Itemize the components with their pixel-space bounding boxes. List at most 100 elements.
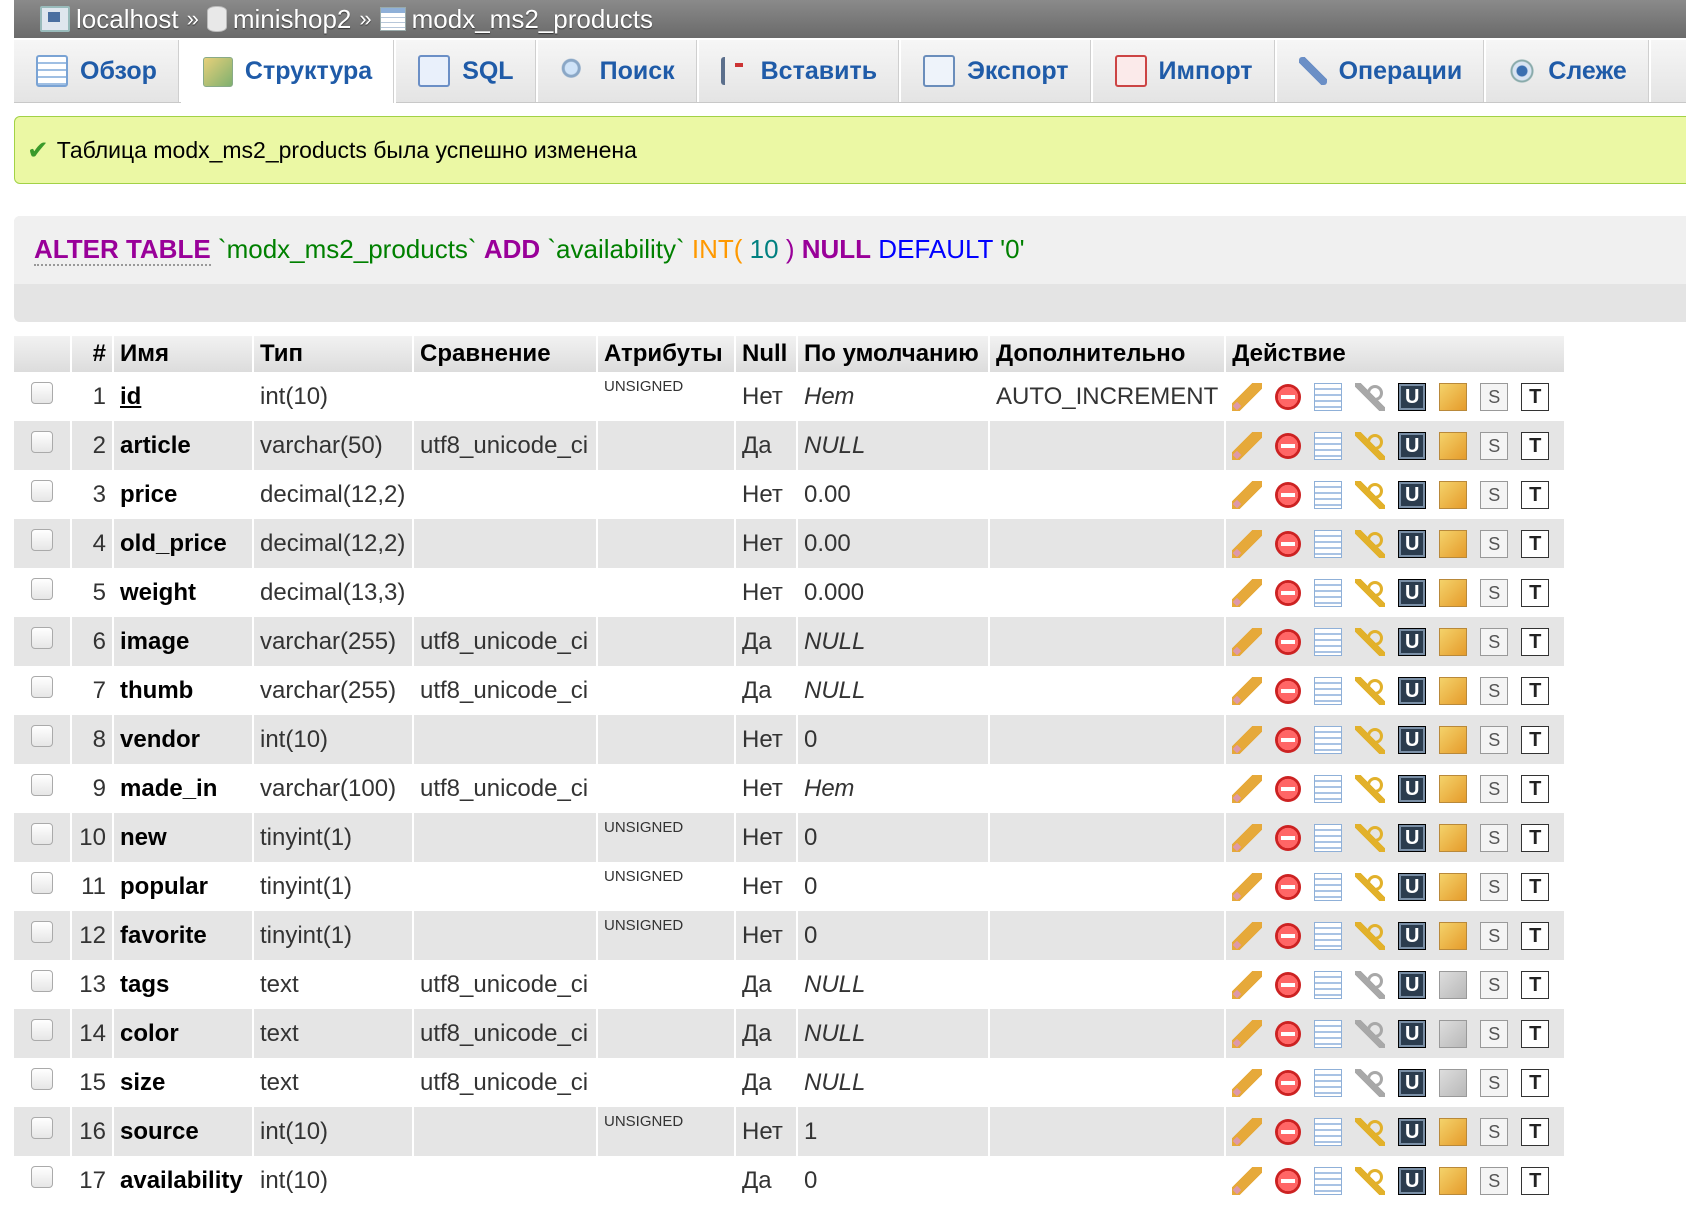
edit-icon[interactable] bbox=[1232, 627, 1263, 656]
fulltext-icon[interactable]: S bbox=[1480, 921, 1509, 950]
row-checkbox[interactable] bbox=[31, 676, 53, 698]
tab-operations[interactable]: Операции bbox=[1277, 40, 1487, 102]
text-index-icon[interactable]: T bbox=[1521, 970, 1550, 999]
header-name[interactable]: Имя bbox=[114, 336, 254, 372]
row-checkbox[interactable] bbox=[31, 725, 53, 747]
text-index-icon[interactable]: T bbox=[1521, 774, 1550, 803]
text-index-icon[interactable]: T bbox=[1521, 1166, 1550, 1195]
browse-values-icon[interactable] bbox=[1314, 627, 1343, 656]
primary-key-icon[interactable] bbox=[1355, 1117, 1386, 1146]
edit-icon[interactable] bbox=[1232, 1166, 1263, 1195]
edit-icon[interactable] bbox=[1232, 529, 1263, 558]
browse-values-icon[interactable] bbox=[1314, 774, 1343, 803]
row-checkbox[interactable] bbox=[31, 970, 53, 992]
edit-icon[interactable] bbox=[1232, 725, 1263, 754]
fulltext-icon[interactable]: S bbox=[1480, 1019, 1509, 1048]
edit-icon[interactable] bbox=[1232, 676, 1263, 705]
text-index-icon[interactable]: T bbox=[1521, 382, 1550, 411]
spatial-index-icon[interactable] bbox=[1439, 823, 1468, 852]
primary-key-icon[interactable] bbox=[1355, 725, 1386, 754]
spatial-index-icon[interactable] bbox=[1439, 382, 1468, 411]
primary-key-icon[interactable] bbox=[1355, 578, 1386, 607]
tab-export[interactable]: Экспорт bbox=[901, 40, 1093, 102]
row-checkbox[interactable] bbox=[31, 921, 53, 943]
text-index-icon[interactable]: T bbox=[1521, 676, 1550, 705]
fulltext-icon[interactable]: S bbox=[1480, 578, 1509, 607]
unique-icon[interactable]: U bbox=[1398, 431, 1427, 460]
unique-icon[interactable]: U bbox=[1398, 1166, 1427, 1195]
row-checkbox[interactable] bbox=[31, 382, 53, 404]
spatial-index-icon[interactable] bbox=[1439, 774, 1468, 803]
browse-values-icon[interactable] bbox=[1314, 1117, 1343, 1146]
unique-icon[interactable]: U bbox=[1398, 676, 1427, 705]
fulltext-icon[interactable]: S bbox=[1480, 627, 1509, 656]
text-index-icon[interactable]: T bbox=[1521, 1117, 1550, 1146]
text-index-icon[interactable]: T bbox=[1521, 431, 1550, 460]
fulltext-icon[interactable]: S bbox=[1480, 382, 1509, 411]
drop-icon[interactable] bbox=[1275, 1069, 1302, 1096]
row-checkbox[interactable] bbox=[31, 1068, 53, 1090]
column-name-label[interactable]: id bbox=[120, 383, 141, 410]
drop-icon[interactable] bbox=[1275, 579, 1302, 606]
fulltext-icon[interactable]: S bbox=[1480, 529, 1509, 558]
primary-key-icon[interactable] bbox=[1355, 480, 1386, 509]
drop-icon[interactable] bbox=[1275, 481, 1302, 508]
unique-icon[interactable]: U bbox=[1398, 774, 1427, 803]
drop-icon[interactable] bbox=[1275, 677, 1302, 704]
text-index-icon[interactable]: T bbox=[1521, 627, 1550, 656]
breadcrumb-server[interactable]: localhost bbox=[14, 2, 179, 36]
spatial-index-icon[interactable] bbox=[1439, 970, 1468, 999]
fulltext-icon[interactable]: S bbox=[1480, 1117, 1509, 1146]
spatial-index-icon[interactable] bbox=[1439, 480, 1468, 509]
unique-icon[interactable]: U bbox=[1398, 1117, 1427, 1146]
tab-search[interactable]: Поиск bbox=[538, 40, 699, 102]
edit-icon[interactable] bbox=[1232, 774, 1263, 803]
spatial-index-icon[interactable] bbox=[1439, 1019, 1468, 1048]
row-checkbox[interactable] bbox=[31, 529, 53, 551]
drop-icon[interactable] bbox=[1275, 922, 1302, 949]
primary-key-icon[interactable] bbox=[1355, 921, 1386, 950]
primary-key-icon[interactable] bbox=[1355, 823, 1386, 852]
browse-values-icon[interactable] bbox=[1314, 725, 1343, 754]
spatial-index-icon[interactable] bbox=[1439, 725, 1468, 754]
drop-icon[interactable] bbox=[1275, 726, 1302, 753]
row-checkbox[interactable] bbox=[31, 578, 53, 600]
fulltext-icon[interactable]: S bbox=[1480, 676, 1509, 705]
primary-key-icon[interactable] bbox=[1355, 774, 1386, 803]
unique-icon[interactable]: U bbox=[1398, 1019, 1427, 1048]
tab-insert[interactable]: Вставить bbox=[699, 40, 902, 102]
breadcrumb-database[interactable]: minishop2 bbox=[203, 2, 351, 36]
unique-icon[interactable]: U bbox=[1398, 480, 1427, 509]
browse-values-icon[interactable] bbox=[1314, 382, 1343, 411]
row-checkbox[interactable] bbox=[31, 1166, 53, 1188]
drop-icon[interactable] bbox=[1275, 971, 1302, 998]
edit-icon[interactable] bbox=[1232, 1019, 1263, 1048]
header-attributes[interactable]: Атрибуты bbox=[598, 336, 736, 372]
fulltext-icon[interactable]: S bbox=[1480, 725, 1509, 754]
header-collation[interactable]: Сравнение bbox=[414, 336, 598, 372]
fulltext-icon[interactable]: S bbox=[1480, 774, 1509, 803]
header-type[interactable]: Тип bbox=[254, 336, 414, 372]
spatial-index-icon[interactable] bbox=[1439, 1117, 1468, 1146]
unique-icon[interactable]: U bbox=[1398, 529, 1427, 558]
tab-structure[interactable]: Структура bbox=[180, 40, 397, 103]
header-null[interactable]: Null bbox=[736, 336, 798, 372]
fulltext-icon[interactable]: S bbox=[1480, 970, 1509, 999]
spatial-index-icon[interactable] bbox=[1439, 529, 1468, 558]
edit-icon[interactable] bbox=[1232, 872, 1263, 901]
text-index-icon[interactable]: T bbox=[1521, 725, 1550, 754]
primary-key-icon[interactable] bbox=[1355, 1019, 1386, 1048]
spatial-index-icon[interactable] bbox=[1439, 872, 1468, 901]
fulltext-icon[interactable]: S bbox=[1480, 1166, 1509, 1195]
drop-icon[interactable] bbox=[1275, 1020, 1302, 1047]
header-extra[interactable]: Дополнительно bbox=[990, 336, 1227, 372]
edit-icon[interactable] bbox=[1232, 480, 1263, 509]
browse-values-icon[interactable] bbox=[1314, 578, 1343, 607]
browse-values-icon[interactable] bbox=[1314, 480, 1343, 509]
edit-icon[interactable] bbox=[1232, 1068, 1263, 1097]
row-checkbox[interactable] bbox=[31, 480, 53, 502]
edit-icon[interactable] bbox=[1232, 578, 1263, 607]
browse-values-icon[interactable] bbox=[1314, 1019, 1343, 1048]
header-default[interactable]: По умолчанию bbox=[798, 336, 990, 372]
browse-values-icon[interactable] bbox=[1314, 1166, 1343, 1195]
